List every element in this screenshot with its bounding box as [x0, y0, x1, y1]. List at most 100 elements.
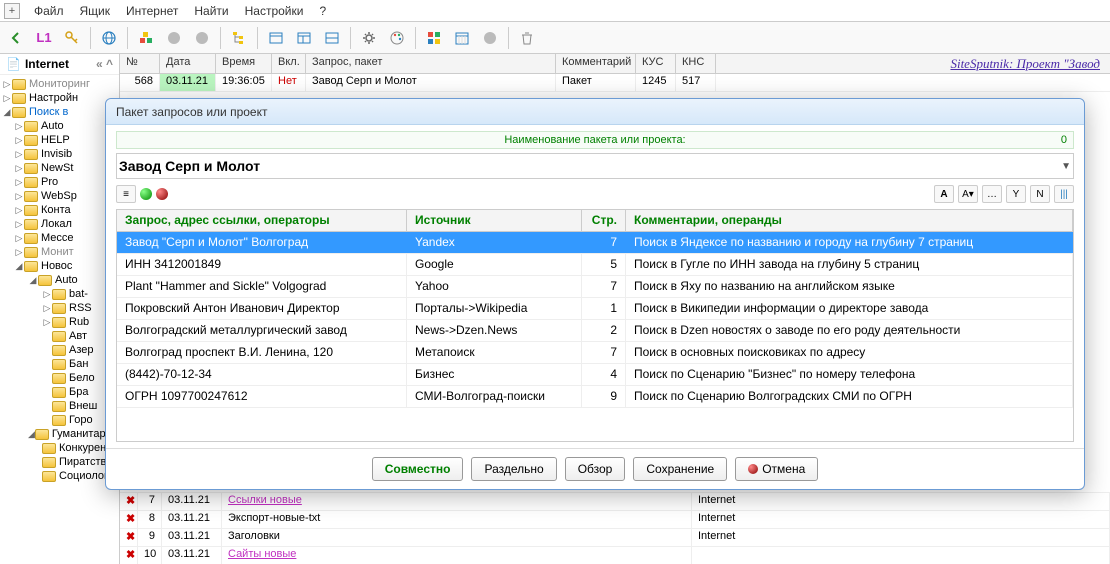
col-comment[interactable]: Комментарий	[556, 54, 636, 73]
cubes-icon[interactable]	[134, 26, 158, 50]
dialog-titlebar[interactable]: Пакет запросов или проект	[106, 99, 1084, 125]
globe-icon[interactable]	[97, 26, 121, 50]
palette-icon[interactable]	[385, 26, 409, 50]
tree-item[interactable]: ▷NewSt	[0, 161, 119, 175]
grid-icon[interactable]	[422, 26, 446, 50]
col-kus[interactable]: КУС	[636, 54, 676, 73]
tree-item[interactable]: Социология	[0, 469, 119, 483]
toolbar: L1	[0, 22, 1110, 54]
col-time[interactable]: Время	[216, 54, 272, 73]
tree-item[interactable]: ◢Новос	[0, 259, 119, 273]
query-row[interactable]: Волгоградский металлургический заводNews…	[117, 320, 1073, 342]
dropdown-icon[interactable]: ▼	[1061, 161, 1071, 172]
keys-icon[interactable]	[60, 26, 84, 50]
joint-button[interactable]: Совместно	[372, 457, 464, 481]
gear-icon[interactable]	[357, 26, 381, 50]
tree-item[interactable]: Внеш	[0, 399, 119, 413]
tree-item[interactable]: Бра	[0, 385, 119, 399]
menu-item[interactable]: Ящик	[72, 2, 119, 20]
tree-item[interactable]: ▷Auto	[0, 119, 119, 133]
n-icon[interactable]: N	[1030, 185, 1050, 203]
tree-item[interactable]: ▷Invisib	[0, 147, 119, 161]
tree-item[interactable]: Азер	[0, 343, 119, 357]
tree-item[interactable]: ▷RSS	[0, 301, 119, 315]
status-red-icon[interactable]	[156, 188, 168, 200]
qcol-query[interactable]: Запрос, адрес ссылки, операторы	[117, 210, 407, 231]
save-button[interactable]: Сохранение	[633, 457, 727, 481]
columns-icon[interactable]: |||	[1054, 185, 1074, 203]
tree-item[interactable]: ▷Мониторинг	[0, 77, 119, 91]
banner-link[interactable]: SiteSputnik: Проект "Завод	[950, 56, 1100, 72]
back-icon[interactable]	[4, 26, 28, 50]
menu-item[interactable]: Интернет	[118, 2, 186, 20]
window2-icon[interactable]	[292, 26, 316, 50]
bottom-row[interactable]: ✖703.11.21Ссылки новыеInternet	[120, 492, 1110, 510]
tree-item[interactable]: ▷HELP	[0, 133, 119, 147]
tree-item[interactable]: ▷Локал	[0, 217, 119, 231]
qcol-pages[interactable]: Стр.	[582, 210, 626, 231]
top-grid-row[interactable]: 568 03.11.21 19:36:05 Нет Завод Серп и М…	[120, 74, 1110, 92]
window3-icon[interactable]	[320, 26, 344, 50]
sidebar-title: Internet	[25, 57, 69, 71]
tree-item[interactable]: ▷Настройн	[0, 91, 119, 105]
tree-item[interactable]: ▷Конта	[0, 203, 119, 217]
status-green-icon[interactable]	[140, 188, 152, 200]
menu-item[interactable]: Настройки	[237, 2, 312, 20]
col-kns[interactable]: КНС	[676, 54, 716, 73]
separate-button[interactable]: Раздельно	[471, 457, 556, 481]
query-row[interactable]: Покровский Антон Иванович ДиректорПортал…	[117, 298, 1073, 320]
trash-icon[interactable]	[515, 26, 539, 50]
tree-icon[interactable]	[227, 26, 251, 50]
qcol-comment[interactable]: Комментарии, операнды	[626, 210, 1073, 231]
tree-item[interactable]: ◢Гуманитарное	[0, 427, 119, 441]
list-icon[interactable]: ≡	[116, 185, 136, 203]
tree-item[interactable]: Бан	[0, 357, 119, 371]
menu-item[interactable]: ?	[311, 2, 334, 20]
cancel-button[interactable]: Отмена	[735, 457, 818, 481]
l1-icon[interactable]: L1	[32, 26, 56, 50]
tree-item[interactable]: ▷Мессе	[0, 231, 119, 245]
y-icon[interactable]: Y	[1006, 185, 1026, 203]
col-n[interactable]: №	[120, 54, 160, 73]
col-query[interactable]: Запрос, пакет	[306, 54, 556, 73]
qcol-source[interactable]: Источник	[407, 210, 582, 231]
tree-item[interactable]: ▷Rub	[0, 315, 119, 329]
font-aa-icon[interactable]: A▾	[958, 185, 978, 203]
tree-item[interactable]: Пиратство в сфере ПО	[0, 455, 119, 469]
tree-item[interactable]: ◢Auto	[0, 273, 119, 287]
menu-item[interactable]: Найти	[186, 2, 236, 20]
browse-button[interactable]: Обзор	[565, 457, 626, 481]
font-a-icon[interactable]: A	[934, 185, 954, 203]
sphere-gray-icon[interactable]	[162, 26, 186, 50]
tree-item[interactable]: ▷Pro	[0, 175, 119, 189]
ellipsis-icon[interactable]: …	[982, 185, 1002, 203]
query-row[interactable]: (8442)-70-12-34Бизнес4Поиск по Сценарию …	[117, 364, 1073, 386]
bottom-row[interactable]: ✖803.11.21Экспорт-новые-txtInternet	[120, 510, 1110, 528]
window-icon[interactable]	[264, 26, 288, 50]
package-name-input[interactable]: Завод Серп и Молот ▼	[116, 153, 1074, 179]
menu-item[interactable]: Файл	[26, 2, 72, 20]
query-row[interactable]: Plant "Hammer and Sickle" VolgogradYahoo…	[117, 276, 1073, 298]
sidebar-header[interactable]: 📄 Internet « ^	[0, 54, 119, 75]
calendar-icon[interactable]	[450, 26, 474, 50]
query-row[interactable]: ИНН 3412001849Google5Поиск в Гугле по ИН…	[117, 254, 1073, 276]
tree-item[interactable]: ◢Поиск в	[0, 105, 119, 119]
new-tab-button[interactable]: +	[4, 3, 20, 19]
tree-item[interactable]: ▷Монит	[0, 245, 119, 259]
tree-item[interactable]: Конкурентная разведка	[0, 441, 119, 455]
tree-item[interactable]: Горо	[0, 413, 119, 427]
tree-item[interactable]: Бело	[0, 371, 119, 385]
query-row[interactable]: Волгоград проспект В.И. Ленина, 120Метап…	[117, 342, 1073, 364]
tree-item[interactable]: Авт	[0, 329, 119, 343]
bottom-row[interactable]: ✖1003.11.21Сайты новые	[120, 546, 1110, 564]
col-date[interactable]: Дата	[160, 54, 216, 73]
sidebar-collapse-icon[interactable]: « ^	[96, 57, 113, 71]
sphere-gray3-icon[interactable]	[478, 26, 502, 50]
query-row[interactable]: ОГРН 1097700247612СМИ-Волгоград-поиски9П…	[117, 386, 1073, 408]
sphere-gray2-icon[interactable]	[190, 26, 214, 50]
tree-item[interactable]: ▷bat-	[0, 287, 119, 301]
query-row[interactable]: Завод "Серп и Молот" ВолгоградYandex7Пои…	[117, 232, 1073, 254]
bottom-row[interactable]: ✖903.11.21ЗаголовкиInternet	[120, 528, 1110, 546]
col-on[interactable]: Вкл.	[272, 54, 306, 73]
tree-item[interactable]: ▷WebSp	[0, 189, 119, 203]
